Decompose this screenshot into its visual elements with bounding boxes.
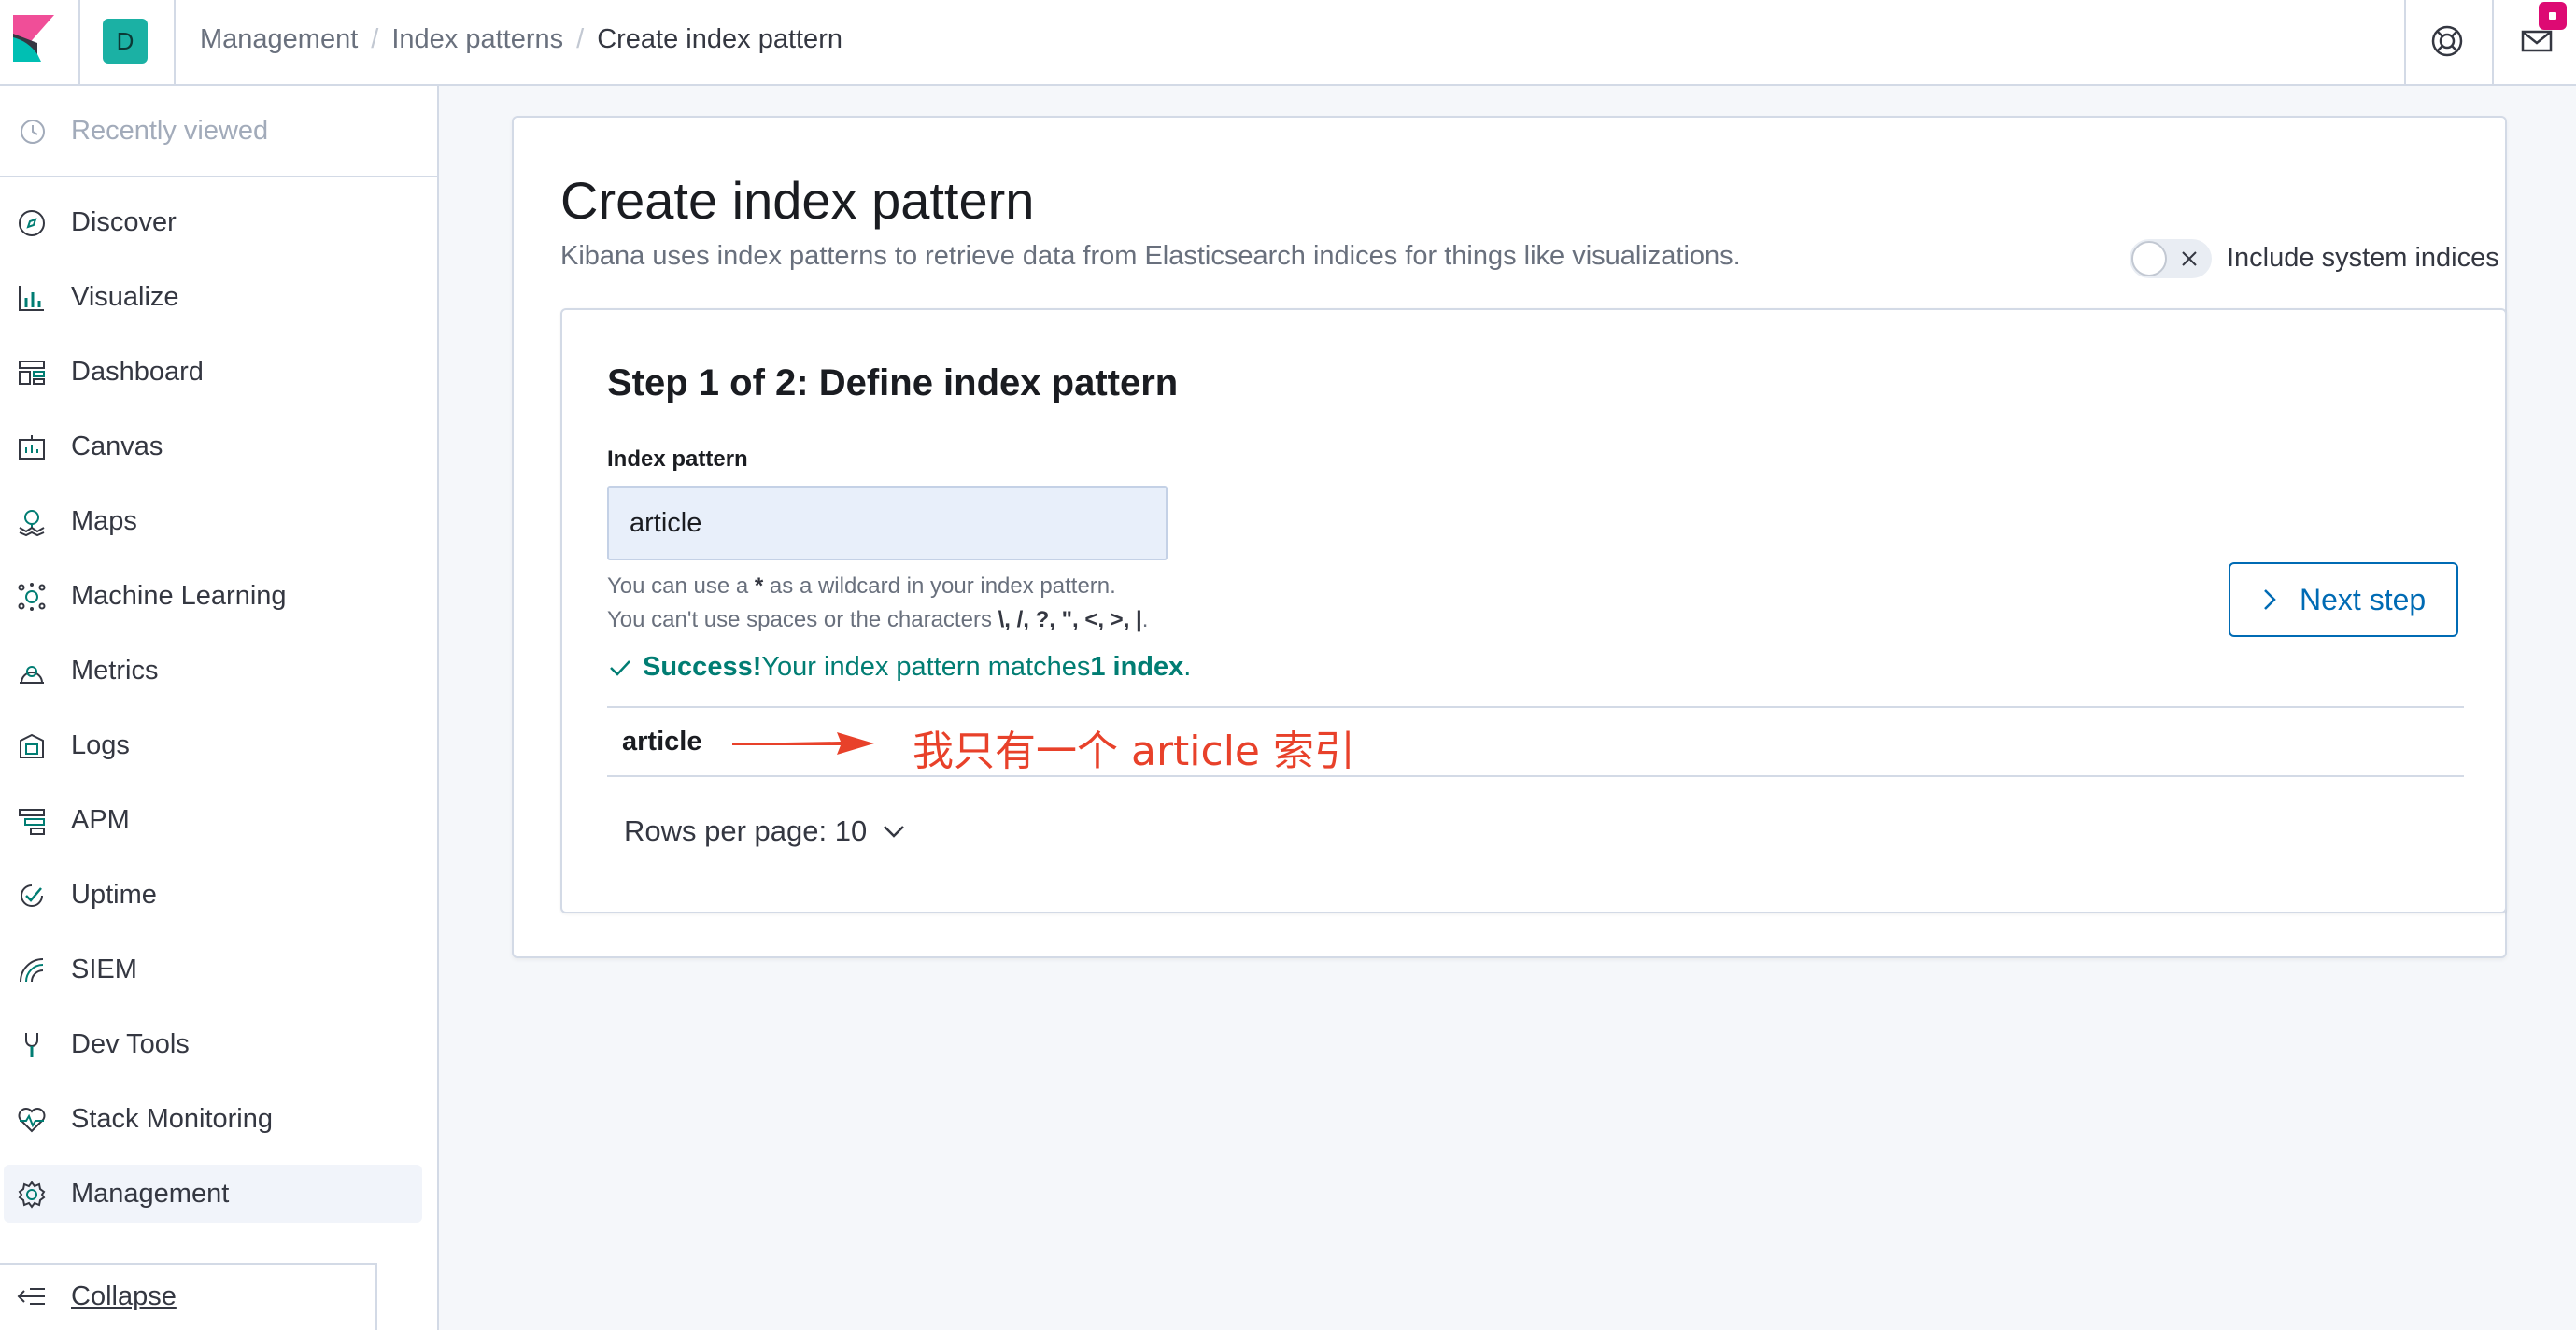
sidebar-item-label: Machine Learning — [71, 581, 287, 611]
siem-icon — [20, 958, 44, 983]
sidebar-item-dev-tools[interactable]: Dev Tools — [4, 1015, 422, 1073]
header-divider — [2492, 0, 2494, 86]
sidebar-item-label: Maps — [71, 506, 137, 536]
apm-icon — [19, 809, 45, 835]
sidebar-item-label: Logs — [71, 730, 130, 760]
header-divider — [2404, 0, 2406, 86]
annotation-arrow-icon — [732, 732, 874, 755]
dev-tools-icon — [25, 1033, 38, 1057]
include-system-indices-label[interactable]: Include system indices — [2227, 243, 2499, 274]
sidebar-item-metrics[interactable]: Metrics — [4, 642, 422, 700]
monitoring-icon — [18, 1108, 46, 1133]
sidebar-item-label: Stack Monitoring — [71, 1104, 273, 1134]
check-icon — [610, 659, 630, 676]
sidebar-item-label: Management — [71, 1179, 230, 1209]
side-nav: Recently viewed Discover Visualize Dashb… — [0, 86, 439, 1330]
sidebar-item-logs[interactable]: Logs — [4, 716, 422, 774]
sidebar-item-canvas[interactable]: Canvas — [4, 417, 422, 475]
breadcrumb-management[interactable]: Management — [200, 24, 358, 55]
characters-help-text: You can't use spaces or the characters \… — [607, 607, 1149, 632]
sidebar-item-management[interactable]: Management — [4, 1165, 422, 1223]
page-title: Create index pattern — [560, 171, 1035, 230]
next-step-button[interactable]: Next step — [2229, 562, 2458, 637]
sidebar-item-label: Visualize — [71, 282, 179, 312]
sidebar-item-dashboard[interactable]: Dashboard — [4, 343, 422, 401]
dashboard-icon — [19, 361, 45, 385]
collapse-nav-button[interactable]: Collapse — [0, 1263, 377, 1330]
index-pattern-input[interactable] — [607, 486, 1168, 560]
chevron-right-icon — [2264, 589, 2276, 610]
sidebar-item-label: Metrics — [71, 656, 159, 686]
header-divider — [174, 0, 176, 86]
rows-per-page-label: Rows per page: 10 — [624, 814, 868, 847]
compass-icon — [19, 210, 45, 236]
breadcrumb-current: Create index pattern — [597, 24, 842, 54]
visualize-icon — [19, 286, 44, 311]
sidebar-item-discover[interactable]: Discover — [4, 193, 422, 251]
sidebar-item-siem[interactable]: SIEM — [4, 941, 422, 998]
sidebar-item-label: SIEM — [71, 955, 137, 984]
sidebar-item-apm[interactable]: APM — [4, 791, 422, 849]
machine-learning-icon — [18, 583, 46, 611]
logs-icon — [20, 733, 44, 758]
success-message: Success! Your index pattern matches 1 in… — [607, 652, 1191, 683]
rows-per-page-select[interactable]: Rows per page: 10 — [624, 814, 906, 848]
matching-indices-table: article 我只有一个 article 索引 — [607, 706, 2464, 777]
breadcrumb-separator: / — [371, 24, 379, 54]
sidebar-item-uptime[interactable]: Uptime — [4, 866, 422, 924]
top-header: D Management / Index patterns / Create i… — [0, 0, 2576, 86]
sidebar-item-label: Uptime — [71, 880, 157, 910]
space-avatar[interactable]: D — [103, 19, 148, 64]
uptime-icon — [21, 884, 43, 907]
breadcrumb: Management / Index patterns / Create ind… — [200, 24, 842, 55]
cross-icon — [2182, 251, 2197, 266]
notification-badge — [2539, 2, 2567, 30]
sidebar-item-visualize[interactable]: Visualize — [4, 268, 422, 326]
sidebar-item-stack-monitoring[interactable]: Stack Monitoring — [4, 1090, 422, 1148]
maps-icon — [19, 510, 45, 537]
sidebar-item-maps[interactable]: Maps — [4, 492, 422, 550]
collapse-icon — [17, 1288, 45, 1305]
canvas-icon — [19, 435, 45, 460]
page-description: Kibana uses index patterns to retrieve d… — [560, 241, 1741, 271]
index-pattern-label: Index pattern — [607, 446, 748, 472]
metrics-icon — [20, 666, 44, 684]
sidebar-item-label: Dev Tools — [71, 1029, 190, 1059]
help-lifebuoy-icon[interactable] — [2428, 22, 2466, 60]
sidebar-item-label: Canvas — [71, 432, 163, 461]
sidebar-item-label: APM — [71, 805, 130, 835]
next-step-label: Next step — [2300, 582, 2427, 616]
create-index-pattern-panel: Create index pattern Kibana uses index p… — [512, 116, 2507, 958]
recently-viewed-label: Recently viewed — [71, 116, 269, 146]
breadcrumb-index-patterns[interactable]: Index patterns — [391, 24, 563, 55]
chevron-down-icon — [884, 826, 905, 838]
kibana-logo-icon[interactable] — [13, 15, 54, 62]
header-divider — [78, 0, 80, 86]
wildcard-help-text: You can use a * as a wildcard in your in… — [607, 573, 1116, 599]
sidebar-item-label: Dashboard — [71, 357, 204, 387]
collapse-label[interactable]: Collapse — [71, 1281, 177, 1312]
step-card: Step 1 of 2: Define index pattern Index … — [560, 308, 2507, 913]
clock-icon — [21, 120, 45, 144]
gear-icon — [18, 1181, 46, 1209]
toggle-knob — [2131, 241, 2167, 276]
include-system-indices-toggle[interactable] — [2130, 239, 2212, 278]
breadcrumb-separator: / — [576, 24, 585, 54]
table-row: article — [622, 727, 702, 757]
annotation-text: 我只有一个 article 索引 — [913, 728, 1355, 775]
recently-viewed-section[interactable]: Recently viewed — [0, 86, 437, 177]
step-title: Step 1 of 2: Define index pattern — [607, 362, 1179, 403]
sidebar-item-label: Discover — [71, 207, 177, 237]
sidebar-item-machine-learning[interactable]: Machine Learning — [4, 567, 422, 625]
